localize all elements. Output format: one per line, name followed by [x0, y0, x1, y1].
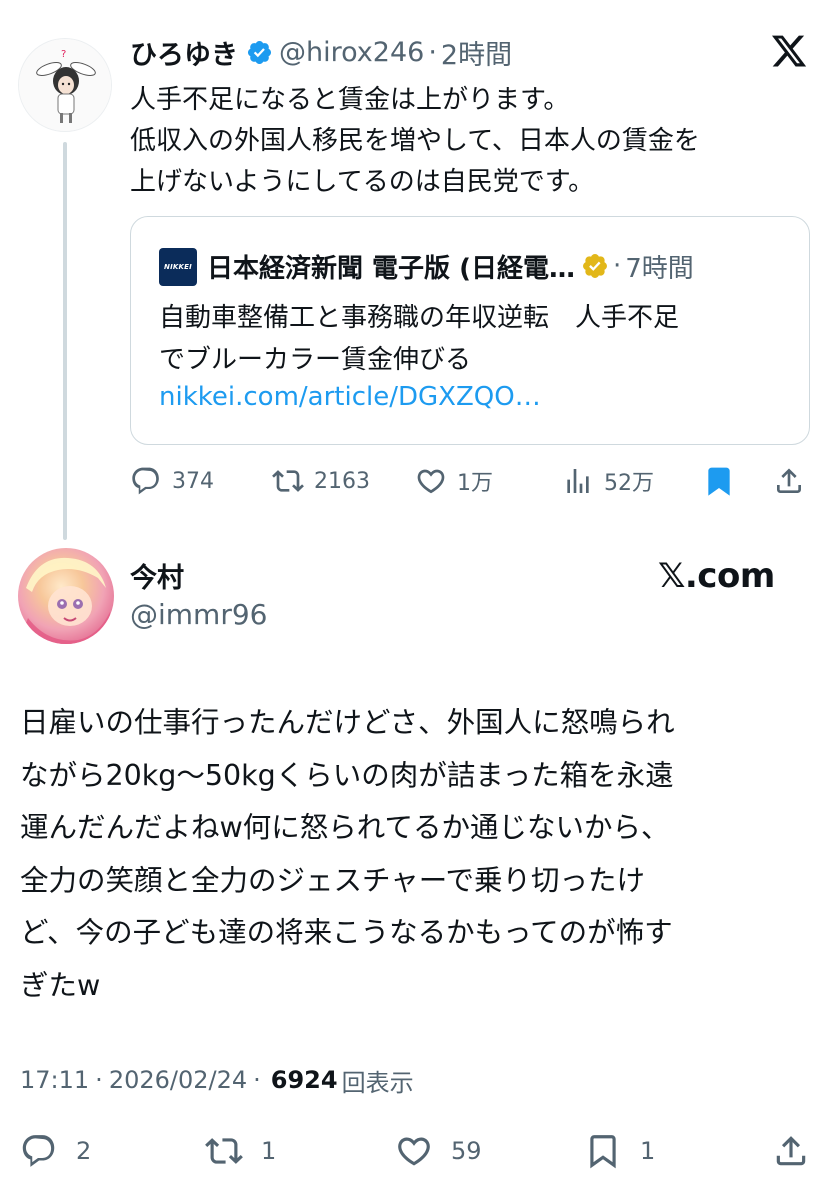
- card-timestamp[interactable]: 7時間: [625, 248, 694, 285]
- card-line: 自動車整備工と事務職の年収逆転 人手不足: [159, 303, 680, 333]
- x-logo-icon[interactable]: [770, 32, 808, 70]
- like-button[interactable]: 1万: [415, 462, 493, 500]
- x-com-brand: 𝕏.com: [658, 556, 775, 596]
- view-count: 6924: [270, 1066, 338, 1094]
- reply-button[interactable]: 2: [20, 1130, 91, 1172]
- like-icon: [398, 1137, 430, 1166]
- reply-count: 2: [76, 1137, 92, 1165]
- bookmark-button[interactable]: 1: [584, 1130, 655, 1172]
- like-count: 59: [451, 1137, 482, 1165]
- retweet-button[interactable]: 2163: [272, 462, 370, 500]
- nikkei-logo: NIKKEI: [159, 248, 197, 286]
- reply-icon: [132, 467, 159, 495]
- tweet-line: 全力の笑顔と全力のジェスチャーで乗り切ったけ: [20, 863, 646, 897]
- post-time[interactable]: 17:11: [20, 1066, 89, 1094]
- retweet-icon: [272, 470, 304, 492]
- view-count-label: 回表示: [341, 1068, 414, 1097]
- quoted-tweet-header: ひろゆき @hirox246 · 2時間: [130, 32, 512, 72]
- embedded-quote-card[interactable]: NIKKEI 日本経済新聞 電子版 (日経電… · 7時間 自動車整備工と事務職…: [130, 216, 810, 445]
- retweet-icon: [205, 1138, 243, 1164]
- card-text: 自動車整備工と事務職の年収逆転 人手不足 でブルーカラー賃金伸びる: [159, 297, 789, 381]
- main-tweet-text: 日雇いの仕事行ったんだけどさ、外国人に怒鳴られ ながら20kg〜50kgくらいの…: [20, 697, 810, 1012]
- views-count: 52万: [604, 471, 654, 496]
- reply-button[interactable]: 374: [130, 462, 214, 500]
- card-header: 日本経済新聞 電子版 (日経電… · 7時間: [207, 243, 694, 289]
- author-name[interactable]: 今村: [130, 556, 184, 595]
- like-button[interactable]: 59: [395, 1130, 482, 1172]
- thread-connector-line: [63, 142, 67, 540]
- bookmark-icon: [590, 1135, 616, 1169]
- bookmark-button[interactable]: [703, 462, 735, 500]
- tweet-line: 上げないようにしてるのは自民党です。: [130, 167, 595, 197]
- share-icon: [777, 468, 801, 493]
- views-button[interactable]: 52万: [562, 462, 654, 500]
- separator-dot: ·: [95, 1066, 103, 1094]
- tweet-line: 人手不足になると賃金は上がります。: [130, 85, 570, 115]
- retweet-button[interactable]: 1: [205, 1130, 276, 1172]
- verified-gold-badge-icon: [583, 254, 607, 278]
- reply-count: 374: [172, 468, 214, 494]
- retweet-count: 1: [261, 1137, 277, 1165]
- timestamp[interactable]: 2時間: [441, 33, 512, 72]
- share-icon: [776, 1136, 806, 1166]
- hiroyuki-avatar[interactable]: ?: [18, 38, 112, 132]
- tweet-line: 低収入の外国人移民を増やして、日本人の賃金を: [130, 126, 700, 156]
- card-link[interactable]: nikkei.com/article/DGXZQO…: [159, 382, 541, 412]
- tweet-line: ながら20kg〜50kgくらいの肉が詰まった箱を永遠: [20, 758, 674, 792]
- post-date[interactable]: 2026/02/24: [109, 1066, 247, 1094]
- avatar-illustration: ?: [19, 39, 111, 131]
- reply-icon: [22, 1135, 55, 1167]
- tweet-line: ぎたw: [20, 968, 101, 1002]
- separator-dot: ·: [253, 1066, 261, 1094]
- tweet-line: ど、今の子ども達の将来こうなるかもってのが怖す: [20, 916, 673, 949]
- author-handle[interactable]: @hirox246: [279, 37, 424, 68]
- imamura-avatar[interactable]: [18, 548, 114, 644]
- bookmark-count: 1: [640, 1137, 656, 1165]
- card-source-name[interactable]: 日本経済新聞 電子版 (日経電…: [207, 248, 575, 285]
- share-button[interactable]: [773, 462, 805, 500]
- tweet-line: 運んだんだよねw何に怒られてるか通じないから、: [20, 811, 670, 844]
- views-icon: [567, 469, 589, 493]
- tweet-meta: 17:11 · 2026/02/24 · 6924 回表示: [20, 1062, 414, 1098]
- like-icon: [417, 469, 445, 494]
- card-line: でブルーカラー賃金伸びる: [159, 345, 472, 375]
- like-count: 1万: [457, 471, 493, 496]
- author-name[interactable]: ひろゆき: [130, 33, 238, 72]
- author-handle[interactable]: @immr96: [130, 598, 267, 631]
- separator-dot: ·: [613, 251, 622, 281]
- avatar-illustration: [18, 557, 110, 644]
- svg-text:?: ?: [61, 49, 66, 60]
- retweet-count: 2163: [314, 468, 370, 494]
- verified-badge-icon: [247, 40, 272, 64]
- tweet-line: 日雇いの仕事行ったんだけどさ、外国人に怒鳴られ: [20, 706, 675, 739]
- separator-dot: ·: [428, 36, 437, 68]
- bookmark-filled-icon: [708, 467, 730, 496]
- share-button[interactable]: [772, 1130, 810, 1172]
- quoted-tweet-text: 人手不足になると賃金は上がります。 低収入の外国人移民を増やして、日本人の賃金を…: [130, 80, 810, 203]
